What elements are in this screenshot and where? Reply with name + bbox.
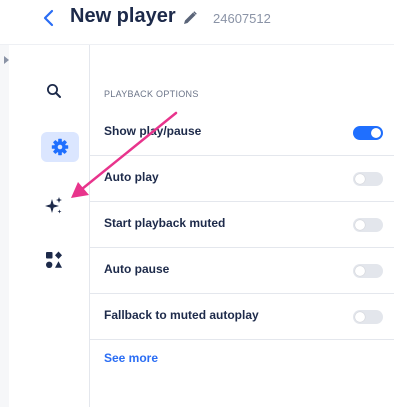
option-row-show-play-pause: Show play/pause [90, 110, 394, 156]
sparkles-icon [45, 197, 62, 214]
edit-title-button[interactable] [182, 10, 198, 26]
playback-options-panel: PLAYBACK OPTIONS Show play/pause Auto pl… [90, 45, 394, 407]
gear-icon [51, 138, 69, 156]
settings-sidebar [9, 45, 89, 407]
row-divider [90, 339, 394, 340]
option-row-fallback-muted: Fallback to muted autoplay [90, 294, 394, 340]
show-play-pause-toggle[interactable] [353, 126, 383, 140]
back-button[interactable] [40, 6, 60, 30]
auto-pause-toggle[interactable] [353, 264, 383, 278]
page-title: New player [70, 5, 176, 27]
toggle-knob [371, 128, 381, 138]
chevron-left-icon [43, 9, 54, 27]
search-icon [47, 84, 61, 98]
option-row-auto-play: Auto play [90, 156, 394, 202]
option-row-auto-pause: Auto pause [90, 248, 394, 294]
sidebar-item-widgets[interactable] [42, 248, 66, 272]
toggle-knob [355, 312, 365, 322]
auto-play-toggle[interactable] [353, 172, 383, 186]
option-label: Show play/pause [104, 124, 202, 138]
option-label: Auto pause [104, 262, 170, 276]
player-header: New player 24607512 [0, 0, 394, 40]
option-label: Auto play [104, 170, 159, 184]
player-id: 24607512 [213, 11, 271, 26]
option-label: Start playback muted [104, 216, 226, 230]
start-muted-toggle[interactable] [353, 218, 383, 232]
see-more-link[interactable]: See more [104, 351, 158, 365]
pencil-icon [184, 11, 197, 24]
option-label: Fallback to muted autoplay [104, 308, 259, 322]
option-row-start-muted: Start playback muted [90, 202, 394, 248]
shapes-icon [46, 251, 62, 268]
toggle-knob [355, 220, 365, 230]
sidebar-item-effects[interactable] [42, 194, 66, 218]
section-heading: PLAYBACK OPTIONS [104, 89, 199, 99]
sidebar-item-settings[interactable] [41, 132, 79, 162]
toggle-knob [355, 266, 365, 276]
fallback-muted-toggle[interactable] [353, 310, 383, 324]
collapsed-panel-edge[interactable] [0, 45, 9, 407]
sidebar-item-search[interactable] [42, 79, 66, 103]
toggle-knob [355, 174, 365, 184]
